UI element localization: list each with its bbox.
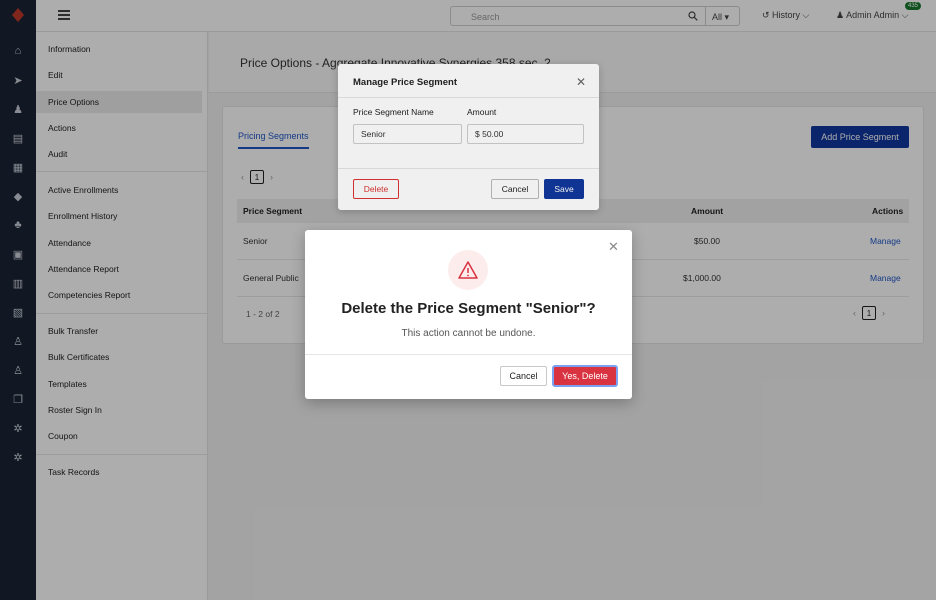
close-icon[interactable]: ✕ [608,239,619,255]
warning-icon [458,261,478,279]
dialog-message: This action cannot be undone. [401,328,536,339]
dialog-title: Delete the Price Segment "Senior"? [341,300,596,317]
cancel-button[interactable]: Cancel [500,366,547,386]
warning-badge [448,250,488,290]
dialog-divider [305,354,632,355]
confirm-delete-dialog: ✕ Delete the Price Segment "Senior"? Thi… [305,230,632,399]
confirm-delete-button[interactable]: Yes, Delete [552,365,618,387]
